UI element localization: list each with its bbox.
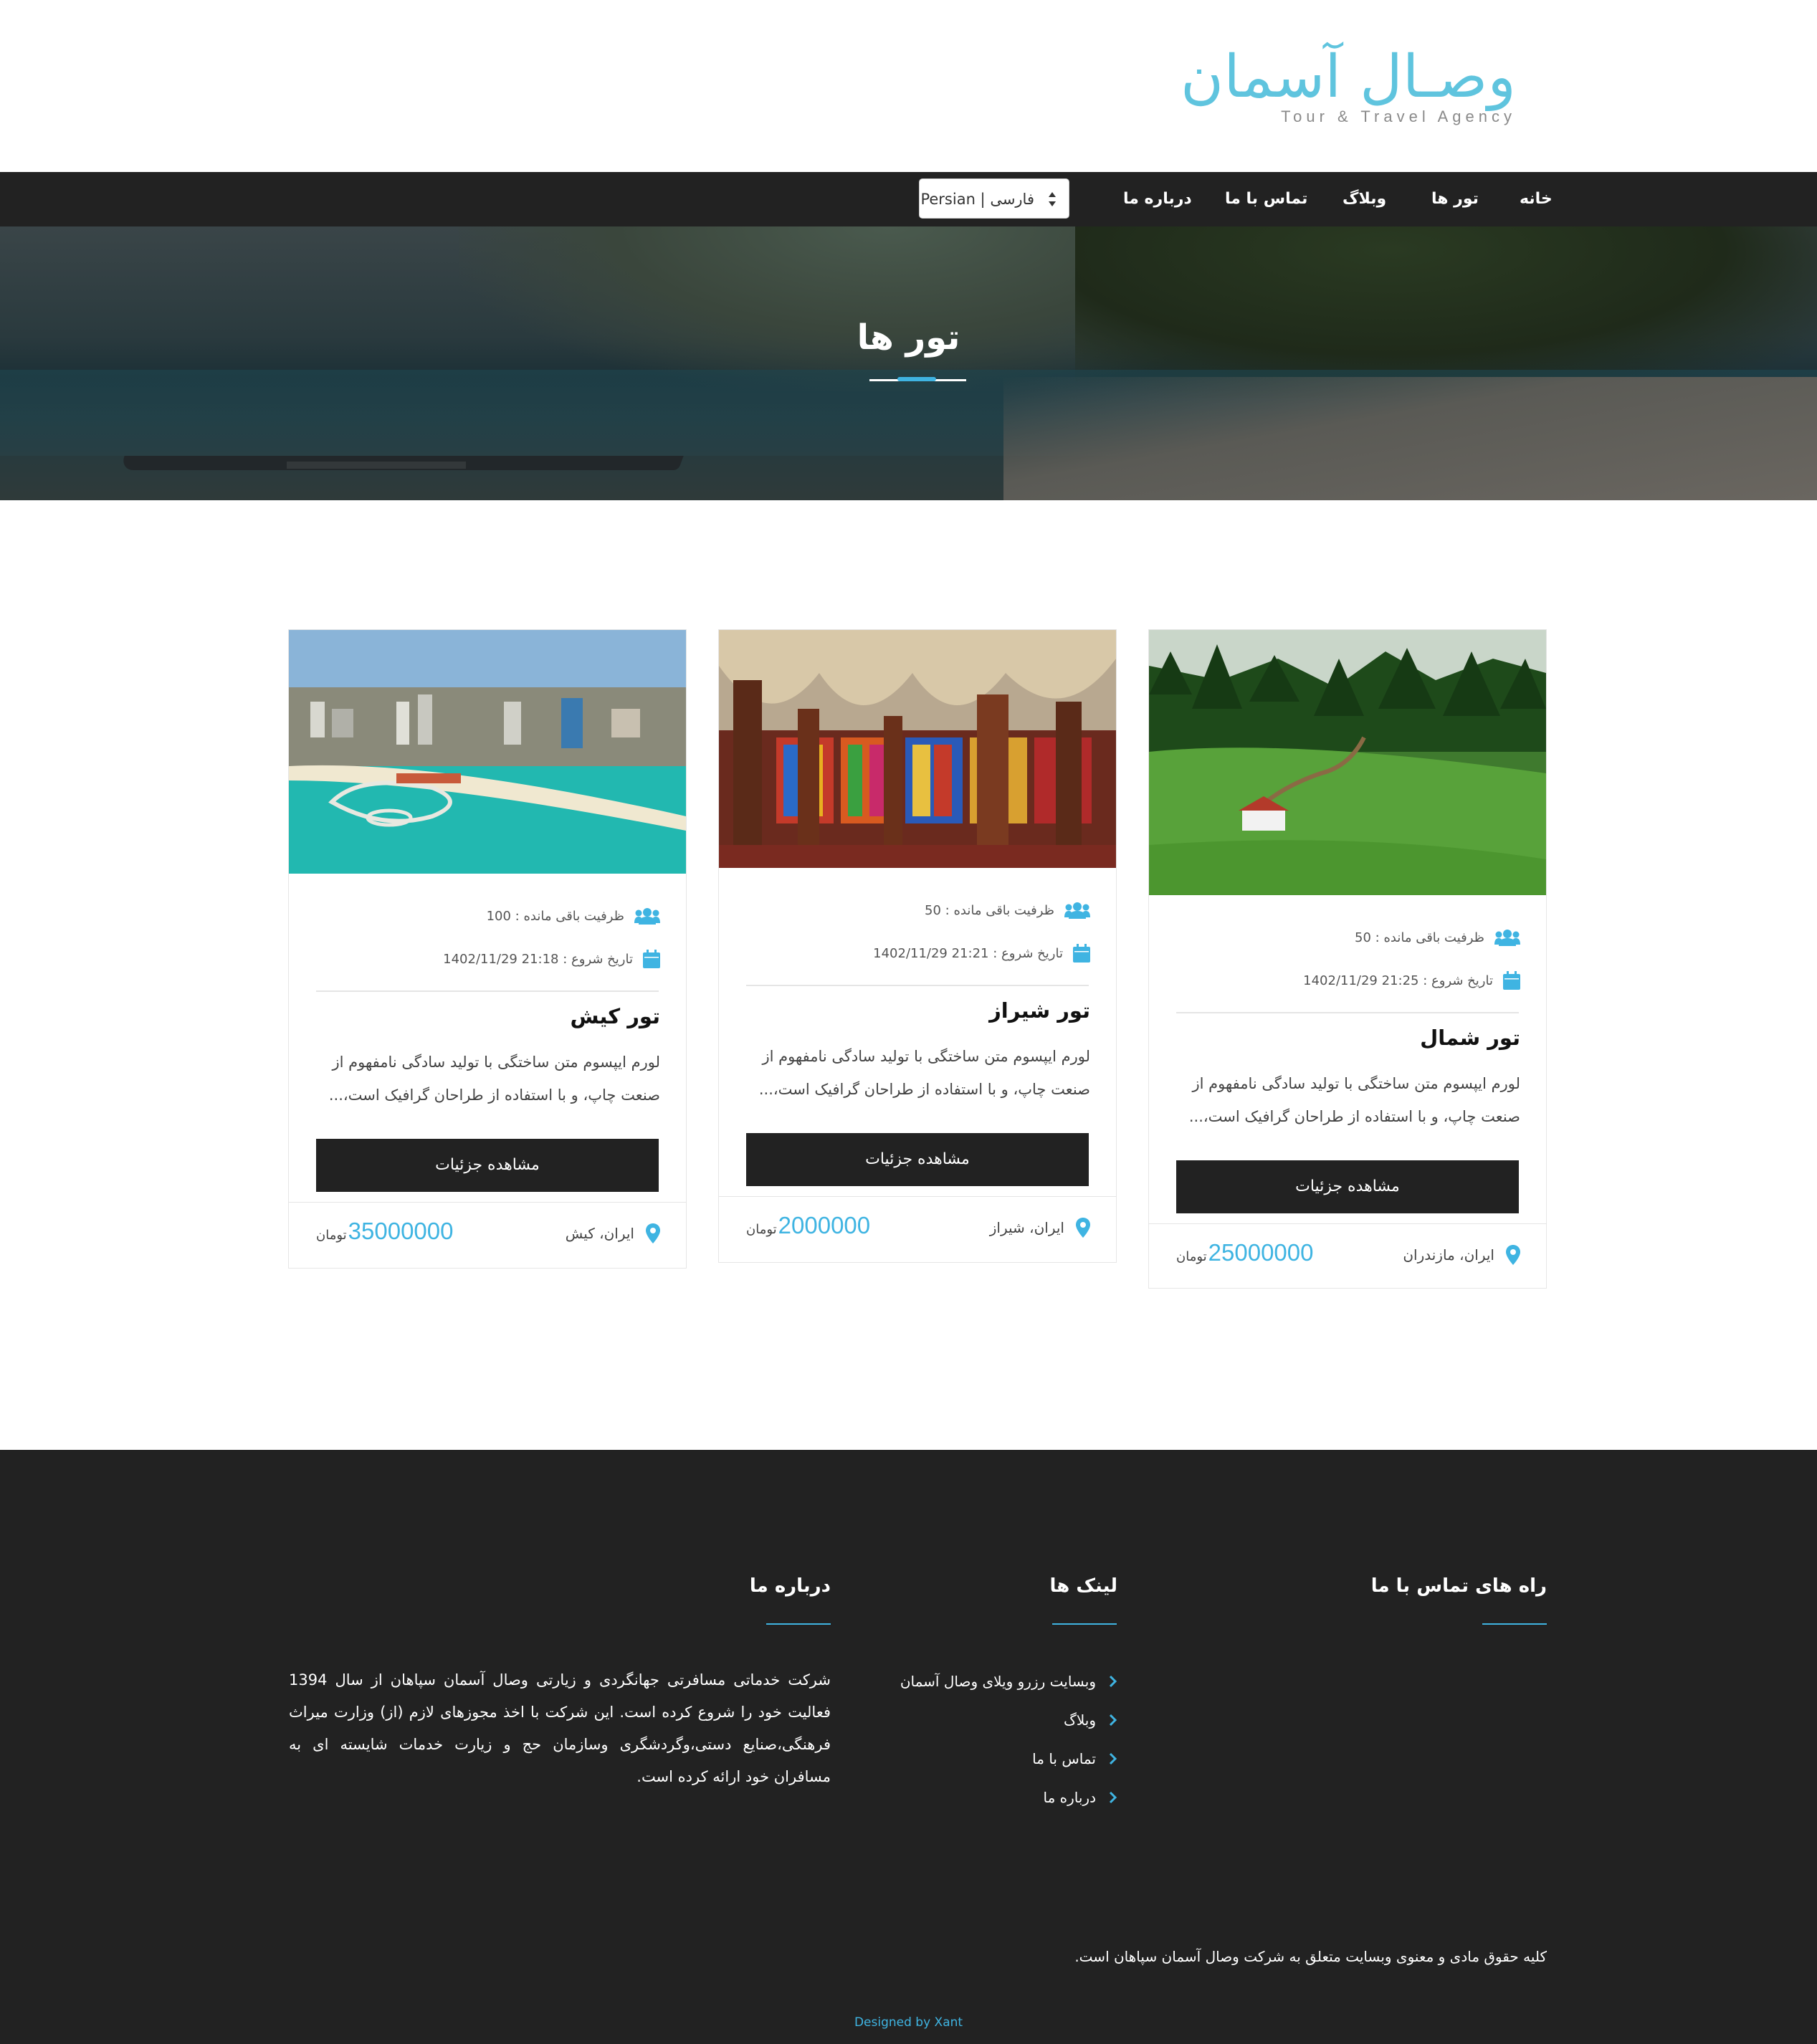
forest-image xyxy=(1149,630,1546,895)
footer-about-heading: درباره ما xyxy=(749,1575,831,1597)
footer-link-label: درباره ما xyxy=(1043,1789,1096,1806)
nav-item-blog[interactable]: وبلاگ xyxy=(1343,172,1386,226)
language-select[interactable]: Persian | فارسی xyxy=(919,178,1069,219)
tour-location-text: ایران، شیراز xyxy=(989,1219,1064,1236)
tour-image-shiraz[interactable] xyxy=(719,630,1116,868)
capacity-text: ظرفیت باقی مانده : 50 xyxy=(1355,930,1484,945)
price-value: 35000000 xyxy=(348,1218,454,1244)
users-icon xyxy=(1494,930,1520,946)
tour-location-text: ایران، مازندران xyxy=(1403,1246,1494,1264)
card-footer-divider xyxy=(1149,1223,1546,1224)
price-value: 25000000 xyxy=(1208,1239,1314,1266)
mosque-image xyxy=(719,630,1116,868)
card-footer-divider xyxy=(719,1196,1116,1197)
price-currency: تومان xyxy=(316,1228,347,1243)
users-icon xyxy=(1064,902,1090,919)
footer-link-contact[interactable]: تماس با ما xyxy=(1032,1750,1117,1767)
capacity-row: ظرفیت باقی مانده : 50 xyxy=(925,898,1090,922)
tour-price: تومان 2000000 xyxy=(746,1212,870,1239)
start-date-text: تاریخ شروع : 21:21 1402/11/29 xyxy=(873,945,1063,961)
footer-links-heading: لینک ها xyxy=(1049,1575,1117,1597)
logo-subtitle: Tour & Travel Agency xyxy=(1281,108,1516,125)
site-logo[interactable]: وصـال آسمان Tour & Travel Agency xyxy=(1181,42,1516,135)
footer-contact-underline xyxy=(1482,1623,1547,1625)
calendar-icon xyxy=(1073,944,1090,963)
calendar-icon xyxy=(1503,971,1520,990)
chevron-right-icon xyxy=(1109,1791,1117,1804)
tour-price: تومان 35000000 xyxy=(316,1218,453,1245)
map-pin-icon xyxy=(1076,1218,1090,1238)
capacity-row: ظرفیت باقی مانده : 50 xyxy=(1355,925,1520,950)
tour-price: تومان 25000000 xyxy=(1176,1239,1313,1266)
card-divider xyxy=(316,990,659,992)
tour-location: ایران، شیراز xyxy=(990,1218,1090,1238)
tour-description: لورم ایپسوم متن ساختگی با تولید سادگی نا… xyxy=(328,1054,660,1104)
users-icon xyxy=(634,908,660,925)
card-divider xyxy=(746,985,1089,986)
start-date-row: تاریخ شروع : 21:18 1402/11/29 xyxy=(443,947,660,971)
tour-description: لورم ایپسوم متن ساختگی با تولید سادگی نا… xyxy=(758,1048,1090,1098)
view-details-button[interactable]: مشاهده جزئیات xyxy=(316,1139,659,1192)
tour-location: ایران، کیش xyxy=(566,1223,660,1243)
footer-copyright: کلیه حقوق مادی و معنوی وبسایت متعلق به ش… xyxy=(1074,1948,1547,1965)
tour-card-north: ظرفیت باقی مانده : 50 تاریخ شروع : 21:25… xyxy=(1148,629,1547,1289)
price-currency: تومان xyxy=(1176,1249,1207,1264)
tour-image-kish[interactable] xyxy=(289,630,686,874)
footer-link-villa[interactable]: وبسایت رزرو ویلای وصال آسمان xyxy=(900,1673,1117,1690)
nav-item-tours[interactable]: تور ها xyxy=(1431,172,1479,226)
view-details-button[interactable]: مشاهده جزئیات xyxy=(1176,1160,1519,1213)
hero-beach-shape xyxy=(1003,377,1817,500)
capacity-text: ظرفیت باقی مانده : 50 xyxy=(925,902,1054,918)
site-header: وصـال آسمان Tour & Travel Agency xyxy=(0,0,1817,172)
tour-card-shiraz: ظرفیت باقی مانده : 50 تاریخ شروع : 21:21… xyxy=(718,629,1117,1263)
capacity-text: ظرفیت باقی مانده : 100 xyxy=(486,908,624,924)
footer-link-label: وبسایت رزرو ویلای وصال آسمان xyxy=(900,1673,1096,1690)
tour-location-text: ایران، کیش xyxy=(565,1225,634,1242)
map-pin-icon xyxy=(1506,1245,1520,1265)
chevron-right-icon xyxy=(1109,1752,1117,1765)
footer-link-about[interactable]: درباره ما xyxy=(1043,1789,1117,1806)
footer-link-label: وبلاگ xyxy=(1063,1711,1096,1729)
language-select-value: Persian | فارسی xyxy=(920,191,1034,208)
chevron-right-icon xyxy=(1109,1675,1117,1688)
card-footer-divider xyxy=(289,1202,686,1203)
footer-links-underline xyxy=(1052,1623,1117,1625)
tour-title[interactable]: تور شمال xyxy=(1420,1026,1520,1050)
nav-item-home[interactable]: خانه xyxy=(1520,172,1553,226)
start-date-row: تاریخ شروع : 21:25 1402/11/29 xyxy=(1303,968,1520,993)
calendar-icon xyxy=(643,950,660,968)
page-title-underline-accent xyxy=(897,377,936,381)
sort-arrows-icon xyxy=(1049,192,1056,206)
price-value: 2000000 xyxy=(778,1212,871,1238)
tour-title[interactable]: تور کیش xyxy=(570,1004,660,1028)
logo-script-text: وصـال آسمان xyxy=(1181,43,1516,111)
tour-description: لورم ایپسوم متن ساختگی با تولید سادگی نا… xyxy=(1188,1075,1520,1125)
nav-item-contact[interactable]: تماس با ما xyxy=(1225,172,1307,226)
footer-link-label: تماس با ما xyxy=(1032,1750,1096,1767)
footer-contact-heading: راه های تماس با ما xyxy=(1370,1575,1547,1597)
capacity-row: ظرفیت باقی مانده : 100 xyxy=(487,904,660,928)
start-date-text: تاریخ شروع : 21:25 1402/11/29 xyxy=(1303,973,1493,988)
card-divider xyxy=(1176,1012,1519,1013)
nav-item-about[interactable]: درباره ما xyxy=(1123,172,1192,226)
hero-banner xyxy=(0,226,1817,500)
tour-card-kish: ظرفیت باقی مانده : 100 تاریخ شروع : 21:1… xyxy=(288,629,687,1269)
map-pin-icon xyxy=(646,1223,660,1243)
tour-location: ایران، مازندران xyxy=(1403,1245,1520,1265)
tour-image-north[interactable] xyxy=(1149,630,1546,895)
footer-about-underline xyxy=(766,1623,831,1625)
start-date-text: تاریخ شروع : 21:18 1402/11/29 xyxy=(443,951,633,967)
designed-by-link[interactable]: Designed by Xant xyxy=(0,2015,1817,2030)
footer-about-text: شرکت خدماتی مسافرتی جهانگردی و زیارتی وص… xyxy=(289,1671,831,1785)
chevron-right-icon xyxy=(1109,1714,1117,1727)
start-date-row: تاریخ شروع : 21:21 1402/11/29 xyxy=(873,941,1090,965)
kish-island-image xyxy=(289,630,686,874)
main-navbar: خانه تور ها وبلاگ تماس با ما درباره ما xyxy=(0,172,1817,226)
tour-title[interactable]: تور شیراز xyxy=(989,998,1090,1023)
view-details-button[interactable]: مشاهده جزئیات xyxy=(746,1133,1089,1186)
price-currency: تومان xyxy=(746,1222,777,1237)
footer-link-blog[interactable]: وبلاگ xyxy=(1064,1711,1117,1729)
hero-boat-roof xyxy=(287,462,466,469)
page-title: تور ها xyxy=(857,317,960,358)
